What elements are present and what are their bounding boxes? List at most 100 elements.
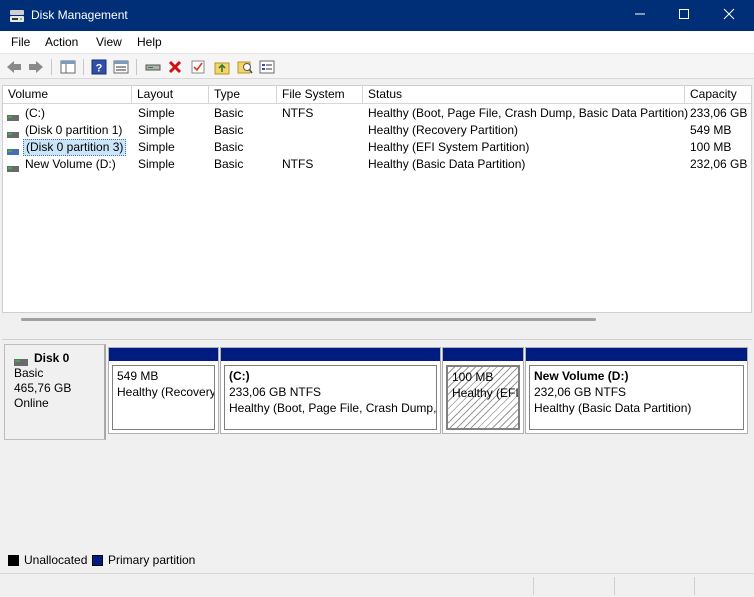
legend: Unallocated Primary partition <box>2 551 752 569</box>
column-header-capacity[interactable]: Capacity <box>685 86 751 104</box>
maximize-button[interactable] <box>661 0 707 31</box>
menu-action[interactable]: Action <box>45 35 78 49</box>
disk-pane: Disk 0 Basic 465,76 GB Online 549 MB Hea… <box>2 339 752 569</box>
partition-name: New Volume (D:) <box>534 369 629 383</box>
connect-drive-icon[interactable] <box>144 58 162 76</box>
menu-file[interactable]: File <box>11 35 30 49</box>
column-header-file-system[interactable]: File System <box>277 86 363 104</box>
status-separator <box>614 577 615 595</box>
partition-status: Healthy (Recovery <box>117 385 215 399</box>
menu-help[interactable]: Help <box>137 35 162 49</box>
table-row[interactable]: (Disk 0 partition 1) Simple Basic Health… <box>3 122 751 139</box>
toolbar-separator <box>51 59 52 75</box>
volume-name: (Disk 0 partition 3) <box>23 139 127 156</box>
volume-icon <box>7 127 19 138</box>
table-row[interactable]: (Disk 0 partition 3) Simple Basic Health… <box>3 139 751 156</box>
menu-bar: File Action View Help <box>0 31 754 53</box>
status-cell: Healthy (EFI System Partition) <box>368 140 530 154</box>
file-system-cell: NTFS <box>282 157 314 171</box>
disk-state: Online <box>14 396 49 410</box>
partition-size: 233,06 GB NTFS <box>229 385 322 399</box>
status-separator <box>533 577 534 595</box>
disk-name: Disk 0 <box>34 351 70 365</box>
partition-bar <box>221 348 440 361</box>
column-header-volume[interactable]: Volume <box>3 86 132 104</box>
back-icon[interactable] <box>5 58 23 76</box>
disk-info[interactable]: Disk 0 Basic 465,76 GB Online <box>4 344 106 440</box>
disk-management-icon <box>9 8 25 24</box>
partition-status: Healthy (EFI <box>452 386 519 400</box>
partition-name: (C:) <box>229 369 250 383</box>
console-tree-icon[interactable] <box>59 58 77 76</box>
legend-label-unallocated: Unallocated <box>24 553 88 567</box>
title-bar: Disk Management <box>0 0 754 31</box>
status-cell: Healthy (Recovery Partition) <box>368 123 519 137</box>
partition-status: Healthy (Basic Data Partition) <box>534 401 692 415</box>
legend-swatch-primary <box>92 555 103 566</box>
type-cell: Basic <box>214 157 244 171</box>
minimize-icon <box>634 8 646 23</box>
disk-size: 465,76 GB <box>14 381 72 395</box>
menu-view[interactable]: View <box>96 35 122 49</box>
close-button[interactable] <box>706 0 752 31</box>
table-row[interactable]: (C:) Simple Basic NTFS Healthy (Boot, Pa… <box>3 105 751 122</box>
partition-bar <box>109 348 218 361</box>
help-icon[interactable]: ? <box>90 58 108 76</box>
check-icon[interactable] <box>189 58 207 76</box>
partition-status: Healthy (Boot, Page File, Crash Dump, B <box>229 401 437 415</box>
horizontal-scrollbar[interactable] <box>21 318 596 321</box>
partition-bar <box>443 348 523 361</box>
window-title: Disk Management <box>31 8 128 22</box>
layout-cell: Simple <box>138 123 175 137</box>
delete-icon[interactable] <box>166 58 184 76</box>
column-header-status[interactable]: Status <box>363 86 685 104</box>
partition-c[interactable]: (C:) 233,06 GB NTFS Healthy (Boot, Page … <box>220 347 441 434</box>
legend-label-primary: Primary partition <box>108 553 196 567</box>
partition-size: 549 MB <box>117 369 159 383</box>
settings-icon[interactable] <box>258 58 276 76</box>
folder-up-icon[interactable] <box>213 58 231 76</box>
column-header-type[interactable]: Type <box>209 86 277 104</box>
partition-size: 100 MB <box>452 370 494 384</box>
volume-icon <box>7 161 19 172</box>
layout-cell: Simple <box>138 106 175 120</box>
status-cell: Healthy (Basic Data Partition) <box>368 157 526 171</box>
toolbar-separator <box>136 59 137 75</box>
forward-icon[interactable] <box>27 58 45 76</box>
volume-name: New Volume (D:) <box>25 157 116 171</box>
partition-efi[interactable]: 100 MB Healthy (EFI <box>442 347 524 434</box>
status-cell: Healthy (Boot, Page File, Crash Dump, Ba… <box>368 106 689 120</box>
table-row[interactable]: New Volume (D:) Simple Basic NTFS Health… <box>3 156 751 173</box>
volume-icon <box>7 144 19 155</box>
legend-swatch-unallocated <box>8 555 19 566</box>
volume-name: (Disk 0 partition 1) <box>25 123 123 137</box>
partition-bar <box>526 348 747 361</box>
partition-recovery[interactable]: 549 MB Healthy (Recovery <box>108 347 219 434</box>
volume-name: (C:) <box>25 106 45 120</box>
disk-icon <box>14 355 28 366</box>
column-header-layout[interactable]: Layout <box>132 86 209 104</box>
layout-cell: Simple <box>138 157 175 171</box>
volume-icon <box>7 110 19 121</box>
capacity-cell: 549 MB <box>690 123 732 137</box>
file-system-cell: NTFS <box>282 106 314 120</box>
capacity-cell: 232,06 GB <box>690 157 748 171</box>
partition-size: 232,06 GB NTFS <box>534 385 627 399</box>
partition-d[interactable]: New Volume (D:) 232,06 GB NTFS Healthy (… <box>525 347 748 434</box>
svg-text:?: ? <box>96 63 103 75</box>
layout-cell: Simple <box>138 140 175 154</box>
minimize-button[interactable] <box>617 0 663 31</box>
properties-icon[interactable] <box>112 58 130 76</box>
toolbar: ? <box>0 53 754 79</box>
capacity-cell: 233,06 GB <box>690 106 748 120</box>
volume-list: Volume Layout Type File System Status Ca… <box>2 85 752 321</box>
close-icon <box>723 8 735 23</box>
maximize-icon <box>678 8 690 23</box>
capacity-cell: 100 MB <box>690 140 732 154</box>
type-cell: Basic <box>214 123 244 137</box>
status-separator <box>694 577 695 595</box>
disk-type: Basic <box>14 366 44 380</box>
status-bar <box>0 573 754 597</box>
search-icon[interactable] <box>236 58 254 76</box>
type-cell: Basic <box>214 106 244 120</box>
